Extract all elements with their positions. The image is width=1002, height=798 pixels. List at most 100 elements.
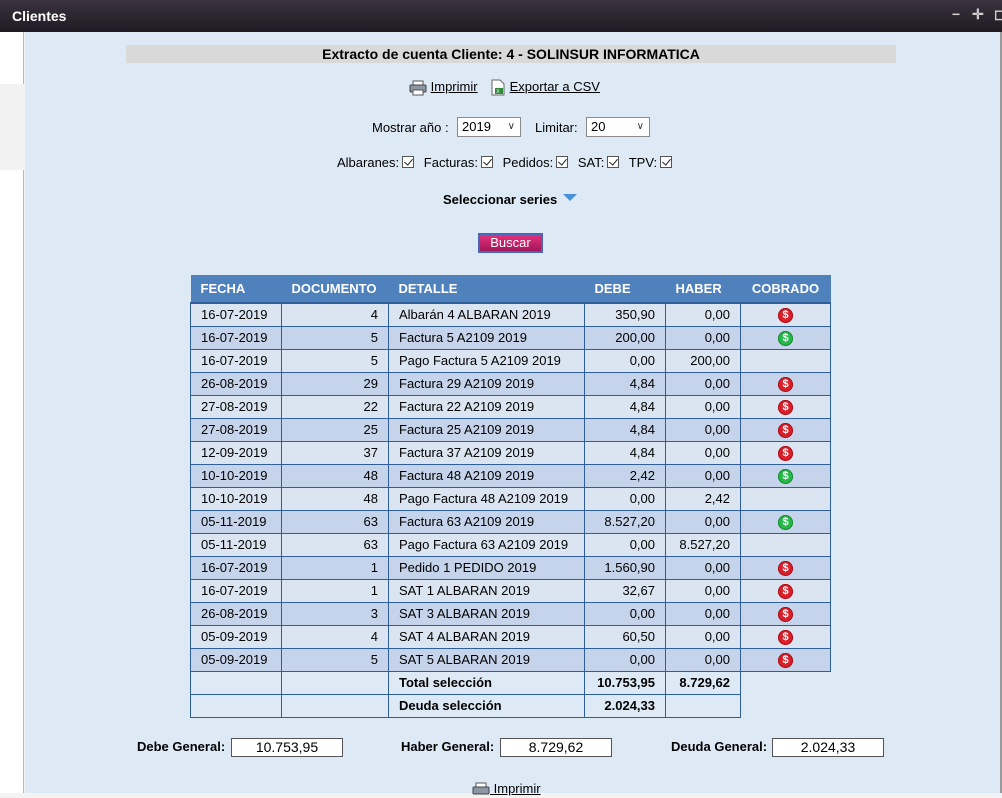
- detail-cell: SAT 5 ALBARAN 2019: [388, 647, 585, 672]
- unpaid-dollar-icon[interactable]: $: [778, 583, 793, 599]
- detail-cell: Factura 29 A2109 2019: [388, 371, 585, 396]
- debe-cell: 60,50: [584, 624, 666, 649]
- table-row[interactable]: 16-07-2019 5 Pago Factura 5 A2109 2019 0,00…: [190, 348, 831, 373]
- haber-cell: 0,00: [665, 555, 741, 580]
- export-action[interactable]: X Exportar a CSV: [490, 79, 600, 96]
- haber-cell: 0,00: [665, 509, 741, 534]
- table-row[interactable]: 16-07-2019 1 SAT 1 ALBARAN 2019 32,67 0,00 $: [190, 578, 831, 603]
- debe-general-label: Debe General:: [137, 739, 226, 754]
- column-header[interactable]: COBRADO: [740, 275, 831, 304]
- tpv-checkbox[interactable]: [660, 156, 673, 168]
- date-cell: 16-07-2019: [190, 578, 282, 603]
- debe-general-field[interactable]: 10.753,95: [231, 738, 343, 757]
- print-link[interactable]: Imprimir: [431, 79, 478, 94]
- total-selection-row: Total selección 10.753,95 8.729,62: [190, 670, 831, 695]
- unpaid-dollar-icon[interactable]: $: [778, 376, 793, 392]
- year-select[interactable]: 2019 ∨: [457, 117, 521, 137]
- table-row[interactable]: 05-09-2019 5 SAT 5 ALBARAN 2019 0,00 0,00 $: [190, 647, 831, 672]
- table-row[interactable]: 27-08-2019 25 Factura 25 A2109 2019 4,84 0,0…: [190, 417, 831, 442]
- table-row[interactable]: 05-11-2019 63 Pago Factura 63 A2109 2019 0,…: [190, 532, 831, 557]
- table-row[interactable]: 12-09-2019 37 Factura 37 A2109 2019 4,84 0,0…: [190, 440, 831, 465]
- sat-checkbox[interactable]: [607, 156, 620, 168]
- unpaid-dollar-icon[interactable]: $: [778, 629, 793, 645]
- unpaid-dollar-icon[interactable]: $: [778, 307, 793, 323]
- column-header[interactable]: DOCUMENTO: [281, 275, 389, 304]
- table-row[interactable]: 16-07-2019 4 Albarán 4 ALBARAN 2019 350,90 0…: [190, 302, 831, 327]
- year-label: Mostrar año :: [372, 120, 449, 135]
- unpaid-dollar-icon[interactable]: $: [778, 652, 793, 668]
- paid-dollar-icon[interactable]: $: [778, 330, 793, 346]
- csv-export-icon: X: [491, 79, 505, 96]
- statement-table: FECHA DOCUMENTO DETALLE DEBE HABER COBRA…: [190, 275, 831, 718]
- debe-cell: 0,00: [584, 647, 666, 672]
- cobrado-cell: [740, 348, 831, 373]
- summary-cell: 10.753,95: [584, 670, 666, 695]
- haber-general-field[interactable]: 8.729,62: [500, 738, 612, 757]
- page-title: Extracto de cuenta Cliente: 4 - SOLINSUR…: [126, 45, 896, 63]
- haber-cell: 0,00: [665, 463, 741, 488]
- column-header[interactable]: DETALLE: [388, 275, 585, 304]
- unpaid-dollar-icon[interactable]: $: [778, 560, 793, 576]
- debe-cell: 4,84: [584, 440, 666, 465]
- move-icon[interactable]: ✛: [972, 6, 984, 23]
- debe-cell: 4,84: [584, 417, 666, 442]
- cobrado-cell: $: [740, 440, 831, 465]
- column-header[interactable]: DEBE: [584, 275, 666, 304]
- detail-cell: SAT 3 ALBARAN 2019: [388, 601, 585, 626]
- table-row[interactable]: 27-08-2019 22 Factura 22 A2109 2019 4,84 0,0…: [190, 394, 831, 419]
- detail-cell: Pedido 1 PEDIDO 2019: [388, 555, 585, 580]
- cobrado-cell: [740, 532, 831, 557]
- facturas-checkbox[interactable]: [480, 156, 493, 168]
- date-cell: 27-08-2019: [190, 394, 282, 419]
- summary-cell: [190, 693, 282, 718]
- table-row[interactable]: 10-10-2019 48 Pago Factura 48 A2109 2019 0,…: [190, 486, 831, 511]
- date-cell: 16-07-2019: [190, 555, 282, 580]
- table-row[interactable]: 10-10-2019 48 Factura 48 A2109 2019 2,42 0,0…: [190, 463, 831, 488]
- deuda-general-field[interactable]: 2.024,33: [772, 738, 884, 757]
- cobrado-cell: $: [740, 394, 831, 419]
- table-row[interactable]: 26-08-2019 29 Factura 29 A2109 2019 4,84 0,0…: [190, 371, 831, 396]
- pedidos-checkbox[interactable]: [556, 156, 569, 168]
- detail-cell: Factura 37 A2109 2019: [388, 440, 585, 465]
- print-action[interactable]: Imprimir: [409, 79, 478, 96]
- summary-cell: [281, 670, 389, 695]
- paid-dollar-icon[interactable]: $: [778, 468, 793, 484]
- printer-icon: [409, 80, 427, 96]
- unpaid-dollar-icon[interactable]: $: [778, 399, 793, 415]
- search-button[interactable]: Buscar: [478, 233, 543, 253]
- column-header[interactable]: HABER: [665, 275, 741, 304]
- limit-select[interactable]: 20 ∨: [586, 117, 650, 137]
- date-cell: 05-09-2019: [190, 624, 282, 649]
- doc-type-filters: Albaranes: Facturas: Pedidos: SAT: TPV:: [337, 155, 678, 170]
- select-series-toggle[interactable]: Seleccionar series: [443, 192, 578, 207]
- detail-cell: Albarán 4 ALBARAN 2019: [388, 302, 585, 327]
- summary-cell: 2.024,33: [584, 693, 666, 718]
- cobrado-cell: [740, 486, 831, 511]
- unpaid-dollar-icon[interactable]: $: [778, 422, 793, 438]
- document-cell: 5: [281, 325, 389, 350]
- print-link-bottom[interactable]: Imprimir: [494, 781, 541, 796]
- table-row[interactable]: 05-11-2019 63 Factura 63 A2109 2019 8.527,2…: [190, 509, 831, 534]
- document-cell: 29: [281, 371, 389, 396]
- print-action-bottom[interactable]: Imprimir: [472, 781, 541, 798]
- maximize-icon[interactable]: ◻: [994, 6, 1002, 23]
- paid-dollar-icon[interactable]: $: [778, 514, 793, 530]
- minimize-icon[interactable]: −: [952, 6, 960, 22]
- albaranes-checkbox[interactable]: [402, 156, 415, 168]
- haber-cell: 8.527,20: [665, 532, 741, 557]
- table-row[interactable]: 16-07-2019 1 Pedido 1 PEDIDO 2019 1.560,90 0…: [190, 555, 831, 580]
- date-cell: 05-09-2019: [190, 647, 282, 672]
- date-cell: 10-10-2019: [190, 463, 282, 488]
- document-cell: 5: [281, 348, 389, 373]
- table-row[interactable]: 05-09-2019 4 SAT 4 ALBARAN 2019 60,50 0,00 $: [190, 624, 831, 649]
- table-row[interactable]: 26-08-2019 3 SAT 3 ALBARAN 2019 0,00 0,00 $: [190, 601, 831, 626]
- haber-cell: 0,00: [665, 302, 741, 327]
- cobrado-cell: $: [740, 647, 831, 672]
- debe-cell: 1.560,90: [584, 555, 666, 580]
- unpaid-dollar-icon[interactable]: $: [778, 606, 793, 622]
- table-row[interactable]: 16-07-2019 5 Factura 5 A2109 2019 200,00 0,0…: [190, 325, 831, 350]
- export-csv-link[interactable]: Exportar a CSV: [510, 79, 600, 94]
- column-header[interactable]: FECHA: [190, 275, 282, 304]
- summary-blank: [741, 671, 831, 694]
- unpaid-dollar-icon[interactable]: $: [778, 445, 793, 461]
